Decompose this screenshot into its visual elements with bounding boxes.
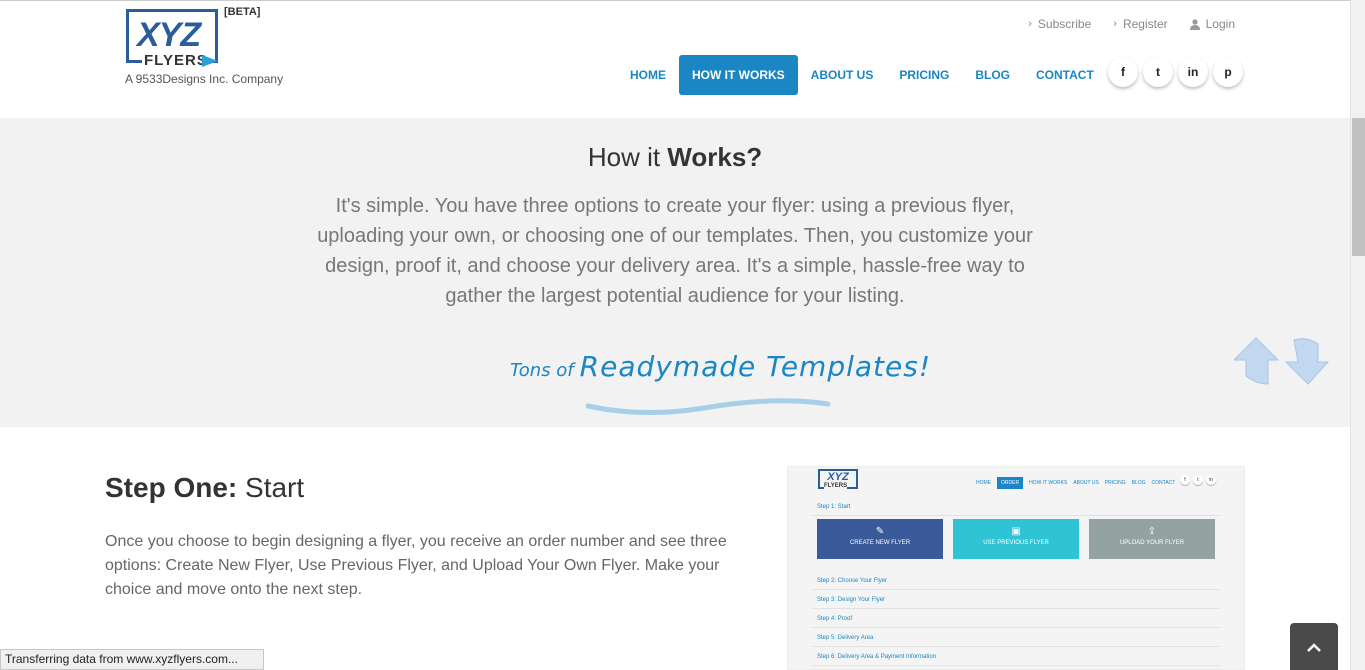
nav-blog[interactable]: BLOG (962, 55, 1023, 95)
browser-status-bar: Transferring data from www.xyzflyers.com… (0, 649, 264, 670)
preview-nav-item: BLOG (1131, 480, 1146, 486)
chevron-right-icon: › (1028, 18, 1032, 30)
chevron-right-icon: › (1113, 18, 1117, 30)
hero-title: How it Works? (0, 142, 1350, 173)
hero-title-bold: Works? (667, 142, 763, 172)
tagline-big: Readymade Templates! (579, 350, 932, 383)
site-logo[interactable]: XYZ FLYERS [BETA] A 9533Designs Inc. Com… (125, 6, 296, 89)
chevron-up-icon (1307, 642, 1321, 652)
login-link[interactable]: Login (1189, 17, 1235, 31)
nav-pricing[interactable]: PRICING (886, 55, 962, 95)
step-one-preview-image: XYZ FLYERS HOME ORDER HOW IT WORKS ABOUT… (787, 466, 1245, 670)
step-one-title-bold: Step One: (105, 472, 238, 503)
preview-nav-item: HOW IT WORKS (1029, 480, 1068, 486)
register-label: Register (1122, 17, 1168, 31)
how-it-works-hero: How it Works? It's simple. You have thre… (0, 118, 1350, 427)
preview-step-row: Step 1: Start (812, 499, 1220, 516)
linkedin-icon[interactable]: in (1178, 57, 1208, 87)
preview-step-row: Step 2: Choose Your Flyer (812, 573, 1220, 590)
back-to-top-button[interactable] (1290, 623, 1338, 670)
preview-nav-item: CONTACT (1151, 480, 1176, 486)
nav-about-us[interactable]: ABOUT US (798, 55, 887, 95)
nav-how-it-works[interactable]: HOW IT WORKS (679, 55, 798, 95)
swoosh-decoration (585, 398, 831, 416)
user-icon (1189, 18, 1200, 30)
upload-icon: ⇪ (1147, 526, 1157, 537)
pinterest-icon[interactable]: p (1213, 57, 1243, 87)
nav-contact[interactable]: CONTACT (1023, 55, 1107, 95)
register-link[interactable]: › Register (1113, 17, 1167, 31)
preview-nav-item: HOME (976, 480, 991, 486)
preview-nav-item: ORDER (997, 477, 1024, 489)
templates-tagline: Tons of Readymade Templates! (510, 350, 931, 383)
preview-nav-item: ABOUT US (1073, 480, 1099, 486)
step-one-title-light: Start (237, 472, 305, 503)
facebook-icon[interactable]: f (1108, 57, 1138, 87)
preview-btn-label: CREATE NEW FLYER (849, 540, 911, 546)
preview-btn-label: USE PREVIOUS FLYER (983, 540, 1049, 546)
site-header: XYZ FLYERS [BETA] A 9533Designs Inc. Com… (0, 0, 1350, 118)
step-one-description: Once you choose to begin designing a fly… (105, 533, 727, 598)
step-one-title: Step One: Start (105, 472, 304, 504)
preview-facebook-icon: f (1180, 475, 1190, 485)
beta-badge: [BETA] (224, 6, 261, 18)
top-links: › Subscribe › Register Login (1028, 17, 1235, 31)
preview-previous-button: ▣ USE PREVIOUS FLYER (953, 519, 1079, 559)
preview-btn-label: UPLOAD YOUR FLYER (1119, 540, 1185, 546)
preview-social: f t in (1180, 475, 1216, 485)
twitter-icon[interactable]: t (1143, 57, 1173, 87)
logo-text: XYZ (137, 16, 201, 54)
nav-home[interactable]: HOME (617, 55, 679, 95)
scrollbar-thumb[interactable] (1352, 118, 1365, 256)
paper-plane-icon (202, 55, 218, 67)
preview-logo-sub: FLYERS (824, 483, 848, 489)
preview-step-row: Step 4: Proof (812, 611, 1220, 628)
login-label: Login (1205, 17, 1235, 31)
brush-icon: ✎ (875, 526, 885, 537)
tagline-small: Tons of (510, 360, 574, 381)
preview-twitter-icon: t (1193, 475, 1203, 485)
image-icon: ▣ (1011, 526, 1021, 537)
preview-create-button: ✎ CREATE NEW FLYER (817, 519, 943, 559)
preview-step-row: Step 6: Delivery Area & Payment Informat… (812, 649, 1220, 666)
preview-upload-button: ⇪ UPLOAD YOUR FLYER (1089, 519, 1215, 559)
logo-sub: FLYERS (142, 52, 210, 69)
hero-title-light: How it (587, 142, 668, 172)
subscribe-link[interactable]: › Subscribe (1028, 17, 1091, 31)
preview-nav: HOME ORDER HOW IT WORKS ABOUT US PRICING… (976, 477, 1175, 489)
subscribe-label: Subscribe (1037, 17, 1092, 31)
page-scrollbar[interactable] (1350, 0, 1365, 670)
main-nav: HOME HOW IT WORKS ABOUT US PRICING BLOG … (617, 55, 1107, 95)
preview-step-row: Step 5: Delivery Area (812, 630, 1220, 647)
company-tagline: A 9533Designs Inc. Company (125, 72, 284, 86)
hero-description: It's simple. You have three options to c… (317, 195, 1033, 307)
sync-arrows-icon[interactable] (1234, 336, 1330, 388)
social-links: f t in p (1108, 57, 1243, 87)
preview-nav-item: PRICING (1104, 480, 1126, 486)
preview-linkedin-icon: in (1206, 475, 1216, 485)
preview-step-row: Step 3: Design Your Flyer (812, 592, 1220, 609)
